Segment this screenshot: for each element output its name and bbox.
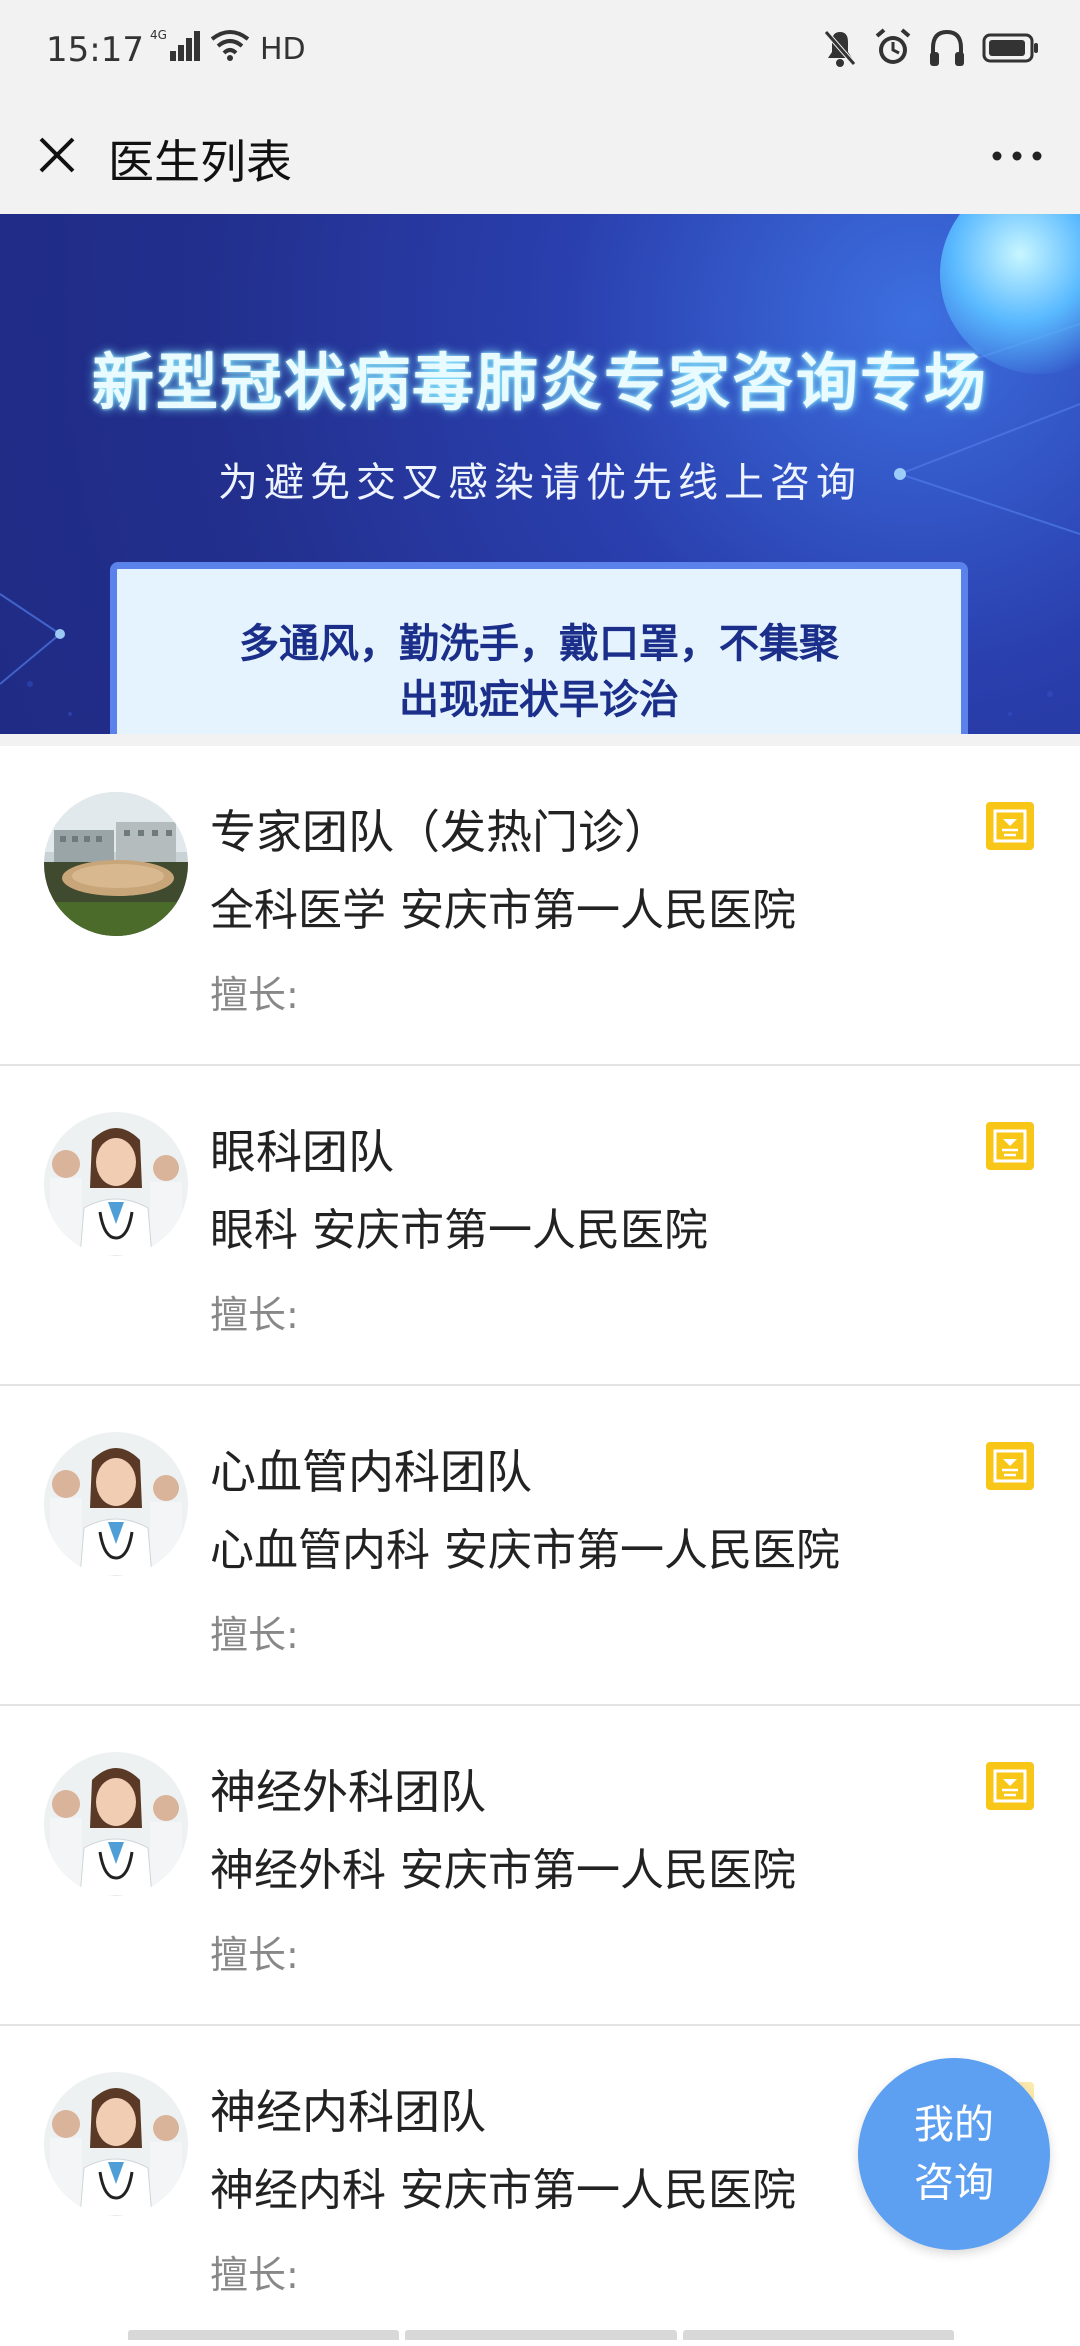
doctor-name: 心血管内科团队 <box>210 1445 532 1499</box>
doctor-name: 神经外科团队 <box>210 1765 486 1819</box>
banner-subtitle: 为避免交叉感染请优先线上咨询 <box>218 460 862 506</box>
image-consult-icon[interactable] <box>986 1442 1034 1490</box>
doctor-photo <box>44 2072 188 2216</box>
svg-text:4G: 4G <box>150 28 167 42</box>
bottom-tab[interactable] <box>682 2330 954 2340</box>
fab-label-line: 我的 <box>914 2102 994 2148</box>
banner-tip-line: 出现症状早诊治 <box>399 677 679 723</box>
doctor-specialty: 擅长: <box>210 1613 299 1657</box>
image-consult-icon[interactable] <box>986 1122 1034 1170</box>
doctor-photo <box>44 1112 188 1256</box>
battery-icon <box>982 32 1040 68</box>
bottom-tab[interactable] <box>405 2330 677 2340</box>
status-time: 15:17 <box>46 30 144 70</box>
doctor-specialty: 擅长: <box>210 2253 299 2297</box>
avatar <box>44 1112 188 1256</box>
headphones-icon <box>928 28 966 72</box>
bottom-tab[interactable] <box>128 2330 400 2340</box>
banner-title: 新型冠状病毒肺炎专家咨询专场 <box>91 346 988 419</box>
doctor-name: 专家团队（发热门诊） <box>210 805 670 859</box>
image-consult-icon[interactable] <box>986 1762 1034 1810</box>
doctor-name: 眼科团队 <box>210 1125 394 1179</box>
doctor-specialty: 擅长: <box>210 973 299 1017</box>
doctor-photo <box>44 1432 188 1576</box>
page-title: 医生列表 <box>108 135 292 189</box>
title-bar: 医生列表 <box>0 100 1080 214</box>
doctor-department: 神经外科 安庆市第一人民医院 <box>210 1845 796 1896</box>
doctor-list-item[interactable]: 神经外科团队 神经外科 安庆市第一人民医院 擅长: <box>0 1706 1080 2026</box>
doctor-list-item[interactable]: 眼科团队 眼科 安庆市第一人民医院 擅长: <box>0 1066 1080 1386</box>
doctor-list-item[interactable]: 专家团队（发热门诊） 全科医学 安庆市第一人民医院 擅长: <box>0 746 1080 1066</box>
doctor-department: 眼科 安庆市第一人民医院 <box>210 1205 708 1256</box>
doctor-specialty: 擅长: <box>210 1293 299 1337</box>
doctor-department: 心血管内科 安庆市第一人民医院 <box>210 1525 840 1576</box>
avatar <box>44 2072 188 2216</box>
close-icon <box>35 133 79 181</box>
mute-notifications-icon <box>822 28 858 72</box>
hd-label: HD <box>260 31 306 67</box>
more-options-button[interactable] <box>982 126 1052 186</box>
doctor-name: 神经内科团队 <box>210 2085 486 2139</box>
banner-tip-box: 多通风，勤洗手，戴口罩，不集聚 出现症状早诊治 <box>110 562 968 734</box>
bottom-tab-edge <box>128 2330 954 2340</box>
banner-tip-line: 多通风，勤洗手，戴口罩，不集聚 <box>239 621 839 667</box>
image-consult-icon[interactable] <box>986 802 1034 850</box>
doctor-specialty: 擅长: <box>210 1933 299 1977</box>
avatar <box>44 792 188 936</box>
network-status: 4G HD <box>150 28 306 70</box>
cellular-signal-icon: 4G <box>150 27 200 71</box>
doctor-photo <box>44 1752 188 1896</box>
doctor-list-item[interactable]: 心血管内科团队 心血管内科 安庆市第一人民医院 擅长: <box>0 1386 1080 1706</box>
status-bar: 15:17 4G HD <box>0 0 1080 100</box>
status-icons <box>822 28 1040 72</box>
close-button[interactable] <box>22 122 92 192</box>
wifi-icon <box>210 29 250 69</box>
more-icon <box>991 147 1043 166</box>
alarm-icon <box>874 28 912 72</box>
doctor-department: 全科医学 安庆市第一人民医院 <box>210 885 796 936</box>
fab-label-line: 咨询 <box>914 2160 994 2206</box>
section-divider <box>0 734 1080 746</box>
my-consultations-button[interactable]: 我的 咨询 <box>858 2058 1050 2250</box>
avatar <box>44 1432 188 1576</box>
avatar <box>44 1752 188 1896</box>
covid-consult-banner[interactable]: 新型冠状病毒肺炎专家咨询专场 为避免交叉感染请优先线上咨询 多通风，勤洗手，戴口… <box>0 214 1080 734</box>
hospital-photo <box>44 792 188 936</box>
doctor-department: 神经内科 安庆市第一人民医院 <box>210 2165 796 2216</box>
